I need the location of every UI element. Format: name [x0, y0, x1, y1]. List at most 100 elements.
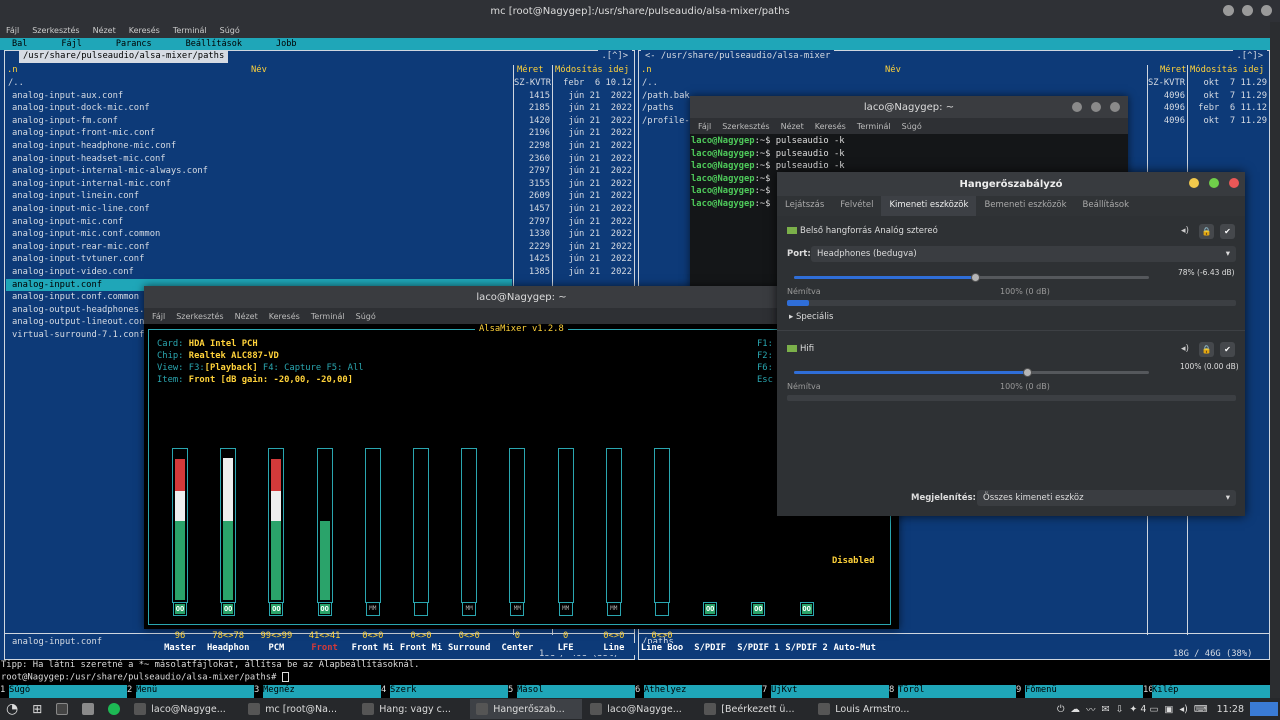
task-button[interactable]: Louis Armstro...: [812, 699, 924, 719]
pulse-icon[interactable]: ▣: [1164, 704, 1173, 715]
fkey-8[interactable]: 8 Töröl: [889, 685, 1016, 698]
col-name[interactable]: Név: [251, 65, 267, 75]
menu-search[interactable]: Keresés: [815, 122, 846, 131]
col-n[interactable]: .n: [7, 65, 18, 75]
speaker-icon[interactable]: ◂): [1181, 344, 1189, 354]
minimize-button[interactable]: [1223, 5, 1234, 16]
file-row[interactable]: analog-input-tvtuner.conf: [6, 253, 144, 266]
file-row[interactable]: analog-input-rear-mic.conf: [6, 241, 150, 254]
mute-toggle[interactable]: MM: [510, 602, 525, 616]
menu-terminal[interactable]: Terminál: [311, 312, 345, 321]
mute-toggle[interactable]: MM: [462, 602, 477, 616]
show-desktop-button[interactable]: [1250, 702, 1278, 716]
show-apps-icon[interactable]: ⊞: [26, 699, 48, 719]
advanced-expander[interactable]: ▸ Speciális: [789, 312, 833, 322]
display-icon[interactable]: ▭: [1149, 704, 1158, 715]
lock-icon[interactable]: 🔒: [1199, 224, 1214, 239]
channel-name[interactable]: LFE: [542, 643, 589, 655]
tab-recording[interactable]: Felvétel: [832, 196, 881, 216]
right-panel-scroll[interactable]: .[^]>: [1232, 50, 1267, 63]
close-button[interactable]: [1261, 5, 1272, 16]
channel-fader[interactable]: [364, 448, 381, 603]
mute-toggle[interactable]: OO: [317, 602, 332, 616]
menu-terminal[interactable]: Terminál: [173, 26, 207, 35]
set-default-check-icon[interactable]: ✔: [1220, 224, 1235, 239]
tab-output-devices[interactable]: Kimeneti eszközök: [881, 196, 977, 216]
mute-toggle[interactable]: MM: [606, 602, 621, 616]
col-size[interactable]: Méret: [517, 65, 543, 75]
fkey-10[interactable]: 10 Kilép: [1143, 685, 1270, 698]
file-row[interactable]: analog-input-aux.conf: [6, 90, 123, 103]
fkey-7[interactable]: 7 ÚjKvt: [762, 685, 889, 698]
file-row[interactable]: analog-input-mic.conf.common: [6, 228, 160, 241]
file-row[interactable]: analog-output-lineout.con: [6, 316, 144, 329]
updates-icon[interactable]: ⇩: [1115, 704, 1123, 715]
file-row[interactable]: analog-input-front-mic.conf: [6, 127, 155, 140]
files-launcher-icon[interactable]: [76, 699, 100, 719]
fkey-2[interactable]: 2 Menü: [127, 685, 254, 698]
menu-help[interactable]: Súgó: [356, 312, 376, 321]
lock-icon[interactable]: 🔒: [1199, 342, 1214, 357]
channel-name[interactable]: Auto-Mut: [831, 643, 878, 655]
menu-view[interactable]: Nézet: [781, 122, 804, 131]
power-icon[interactable]: ⏻: [1057, 704, 1065, 715]
file-row[interactable]: analog-input-dock-mic.conf: [6, 102, 150, 115]
menu-view[interactable]: Nézet: [235, 312, 258, 321]
task-button[interactable]: laco@Nagyge...: [584, 699, 696, 719]
file-row[interactable]: analog-input-headset-mic.conf: [6, 153, 166, 166]
file-row[interactable]: analog-input-mic.conf: [6, 216, 123, 229]
menu-file[interactable]: Fájl: [6, 26, 19, 35]
volume-icon[interactable]: ◂): [1179, 704, 1187, 715]
mc-menu-right[interactable]: Jobb: [276, 39, 296, 49]
network-icon[interactable]: ☁: [1070, 704, 1080, 715]
terminal-launcher-icon[interactable]: [50, 699, 74, 719]
menu-file[interactable]: Fájl: [698, 122, 711, 131]
fkey-3[interactable]: 3 Megnéz: [254, 685, 381, 698]
task-button[interactable]: laco@Nagyge...: [128, 699, 240, 719]
maximize-button[interactable]: [1242, 5, 1253, 16]
menu-terminal[interactable]: Terminál: [857, 122, 891, 131]
mc-menu-command[interactable]: Parancs: [116, 39, 152, 49]
close-button[interactable]: [1110, 102, 1120, 112]
left-panel-path[interactable]: /usr/share/pulseaudio/alsa-mixer/paths: [19, 50, 229, 63]
menu-help[interactable]: Súgó: [902, 122, 922, 131]
file-row[interactable]: /path.bak: [642, 90, 690, 103]
menu-view[interactable]: Nézet: [93, 26, 116, 35]
minimize-button[interactable]: [1072, 102, 1082, 112]
channel-fader[interactable]: [316, 448, 333, 603]
mute-toggle[interactable]: [655, 602, 669, 616]
tab-playback[interactable]: Lejátszás: [777, 196, 832, 216]
show-select[interactable]: Összes kimeneti eszköz ▾: [977, 490, 1236, 506]
file-row[interactable]: analog-input-headphone-mic.conf: [6, 140, 176, 153]
fkey-5[interactable]: 5 Másol: [508, 685, 635, 698]
shell-prompt[interactable]: root@Nagygep:/usr/share/pulseaudio/alsa-…: [0, 672, 1270, 685]
channel-fader[interactable]: [220, 448, 237, 603]
channel-name[interactable]: Center: [494, 643, 541, 655]
channel-fader[interactable]: [413, 448, 429, 603]
close-button[interactable]: [1229, 178, 1239, 188]
col-size[interactable]: Méret: [1160, 65, 1186, 75]
maximize-button[interactable]: [1091, 102, 1101, 112]
minimize-button[interactable]: [1189, 178, 1199, 188]
channel-fader[interactable]: [461, 448, 478, 603]
menu-edit[interactable]: Szerkesztés: [176, 312, 223, 321]
view-playback[interactable]: [Playback]: [205, 363, 258, 373]
channel-name[interactable]: Front Mi: [398, 643, 444, 655]
mute-toggle[interactable]: OO: [221, 602, 236, 616]
mute-toggle[interactable]: OO: [799, 602, 814, 616]
mute-toggle[interactable]: [414, 602, 428, 616]
mc-menu-file[interactable]: Fájl: [61, 39, 81, 49]
mute-toggle[interactable]: MM: [558, 602, 573, 616]
mail-icon[interactable]: ✉: [1101, 704, 1109, 715]
task-button[interactable]: [Beérkezett ü...: [698, 699, 810, 719]
volume-slider-handle[interactable]: [1022, 368, 1032, 377]
task-button[interactable]: mc [root@Na...: [242, 699, 354, 719]
menu-help[interactable]: Súgó: [220, 26, 240, 35]
col-mtime[interactable]: Módosítás idej: [555, 65, 629, 75]
monitor-icon[interactable]: 〰: [1086, 702, 1096, 716]
channel-fader[interactable]: [509, 448, 526, 603]
channel-fader[interactable]: [557, 448, 574, 603]
scrollbar[interactable]: [1270, 22, 1280, 698]
col-mtime[interactable]: Módosítás idej: [1190, 65, 1264, 75]
mute-toggle[interactable]: OO: [751, 602, 766, 616]
